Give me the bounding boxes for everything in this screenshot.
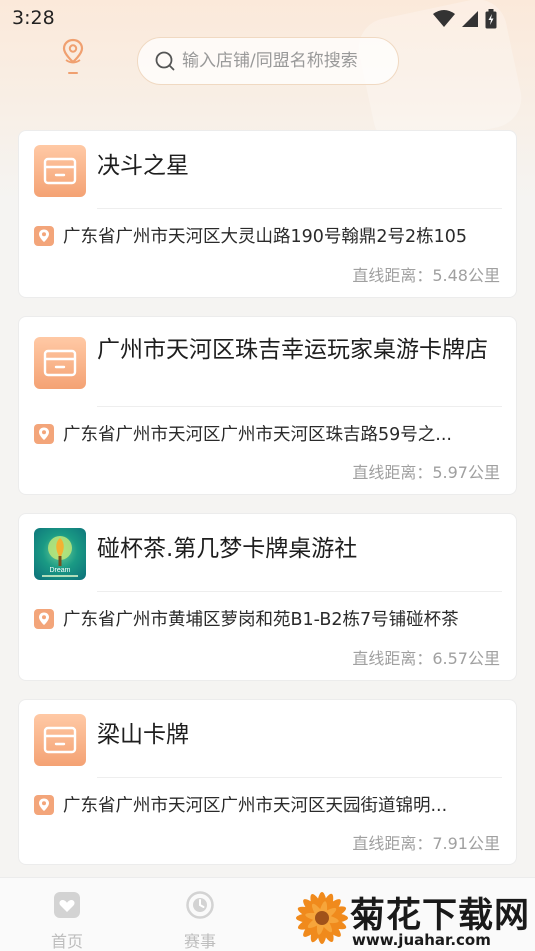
location-button[interactable]	[60, 38, 86, 78]
status-bar: 3:28	[0, 0, 535, 36]
store-icon	[43, 157, 77, 185]
store-distance: 直线距离：5.97公里	[352, 463, 500, 482]
divider	[97, 406, 502, 407]
store-thumbnail	[34, 145, 86, 197]
nav-label-events: 赛事	[183, 932, 216, 951]
store-card[interactable]: Dream 碰杯茶.第几梦卡牌桌游社 广东省广州市黄埔区萝岗和苑B1-B2栋7号…	[18, 513, 517, 681]
status-icons	[433, 9, 497, 29]
store-thumbnail	[34, 714, 86, 766]
search-bar[interactable]	[137, 37, 399, 85]
search-input[interactable]	[182, 51, 392, 71]
nav-item-home[interactable]: 首页	[37, 890, 97, 951]
store-name: 碰杯茶.第几梦卡牌桌游社	[97, 536, 358, 562]
store-name: 梁山卡牌	[97, 722, 189, 748]
watermark-url: www.juahar.com	[352, 931, 491, 949]
signal-icon	[462, 11, 478, 27]
wifi-icon	[433, 10, 455, 27]
status-time: 3:28	[12, 7, 55, 29]
watermark: 菊花下载网 www.juahar.com	[292, 885, 535, 951]
search-icon	[155, 51, 175, 71]
store-card[interactable]: 广州市天河区珠吉幸运玩家桌游卡牌店 广东省广州市天河区广州市天河区珠吉路59号之…	[18, 316, 517, 495]
address-row: 广东省广州市天河区大灵山路190号翰鼎2号2栋105	[34, 223, 504, 248]
store-card[interactable]: 梁山卡牌 广东省广州市天河区广州市天河区天园街道锦明... 直线距离：7.91公…	[18, 699, 517, 865]
store-address: 广东省广州市天河区大灵山路190号翰鼎2号2栋105	[63, 227, 468, 247]
address-pin-icon	[34, 794, 54, 815]
dream-logo-text: Dream	[49, 567, 70, 574]
divider	[97, 777, 502, 778]
store-thumbnail	[34, 337, 86, 389]
home-heart-icon	[54, 892, 80, 918]
nav-label-home: 首页	[50, 932, 83, 951]
store-card[interactable]: 决斗之星 广东省广州市天河区大灵山路190号翰鼎2号2栋105 直线距离：5.4…	[18, 130, 517, 298]
address-row: 广东省广州市天河区广州市天河区天园街道锦明...	[34, 792, 504, 817]
store-address: 广东省广州市天河区广州市天河区天园街道锦明...	[63, 796, 448, 816]
address-pin-icon	[34, 423, 54, 444]
battery-icon	[485, 9, 497, 29]
nav-item-events[interactable]: 赛事	[170, 890, 230, 951]
store-name: 广州市天河区珠吉幸运玩家桌游卡牌店	[97, 337, 488, 363]
address-row: 广东省广州市天河区广州市天河区珠吉路59号之...	[34, 421, 504, 446]
dream-logo: Dream	[42, 536, 78, 577]
store-icon	[43, 726, 77, 754]
store-address: 广东省广州市天河区广州市天河区珠吉路59号之...	[63, 425, 452, 445]
address-pin-icon	[34, 608, 54, 629]
store-icon	[43, 349, 77, 377]
address-row: 广东省广州市黄埔区萝岗和苑B1-B2栋7号铺碰杯茶	[34, 606, 504, 631]
divider	[97, 208, 502, 209]
store-thumbnail: Dream	[34, 528, 86, 580]
address-pin-icon	[34, 225, 54, 246]
store-name: 决斗之星	[97, 153, 189, 179]
store-distance: 直线距离：6.57公里	[352, 649, 500, 668]
store-distance: 直线距离：5.48公里	[352, 266, 500, 285]
divider	[97, 591, 502, 592]
flower-icon	[296, 892, 348, 944]
event-icon	[186, 891, 214, 919]
location-pin-icon	[62, 38, 84, 74]
store-distance: 直线距离：7.91公里	[352, 834, 500, 853]
store-address: 广东省广州市黄埔区萝岗和苑B1-B2栋7号铺碰杯茶	[63, 610, 459, 630]
